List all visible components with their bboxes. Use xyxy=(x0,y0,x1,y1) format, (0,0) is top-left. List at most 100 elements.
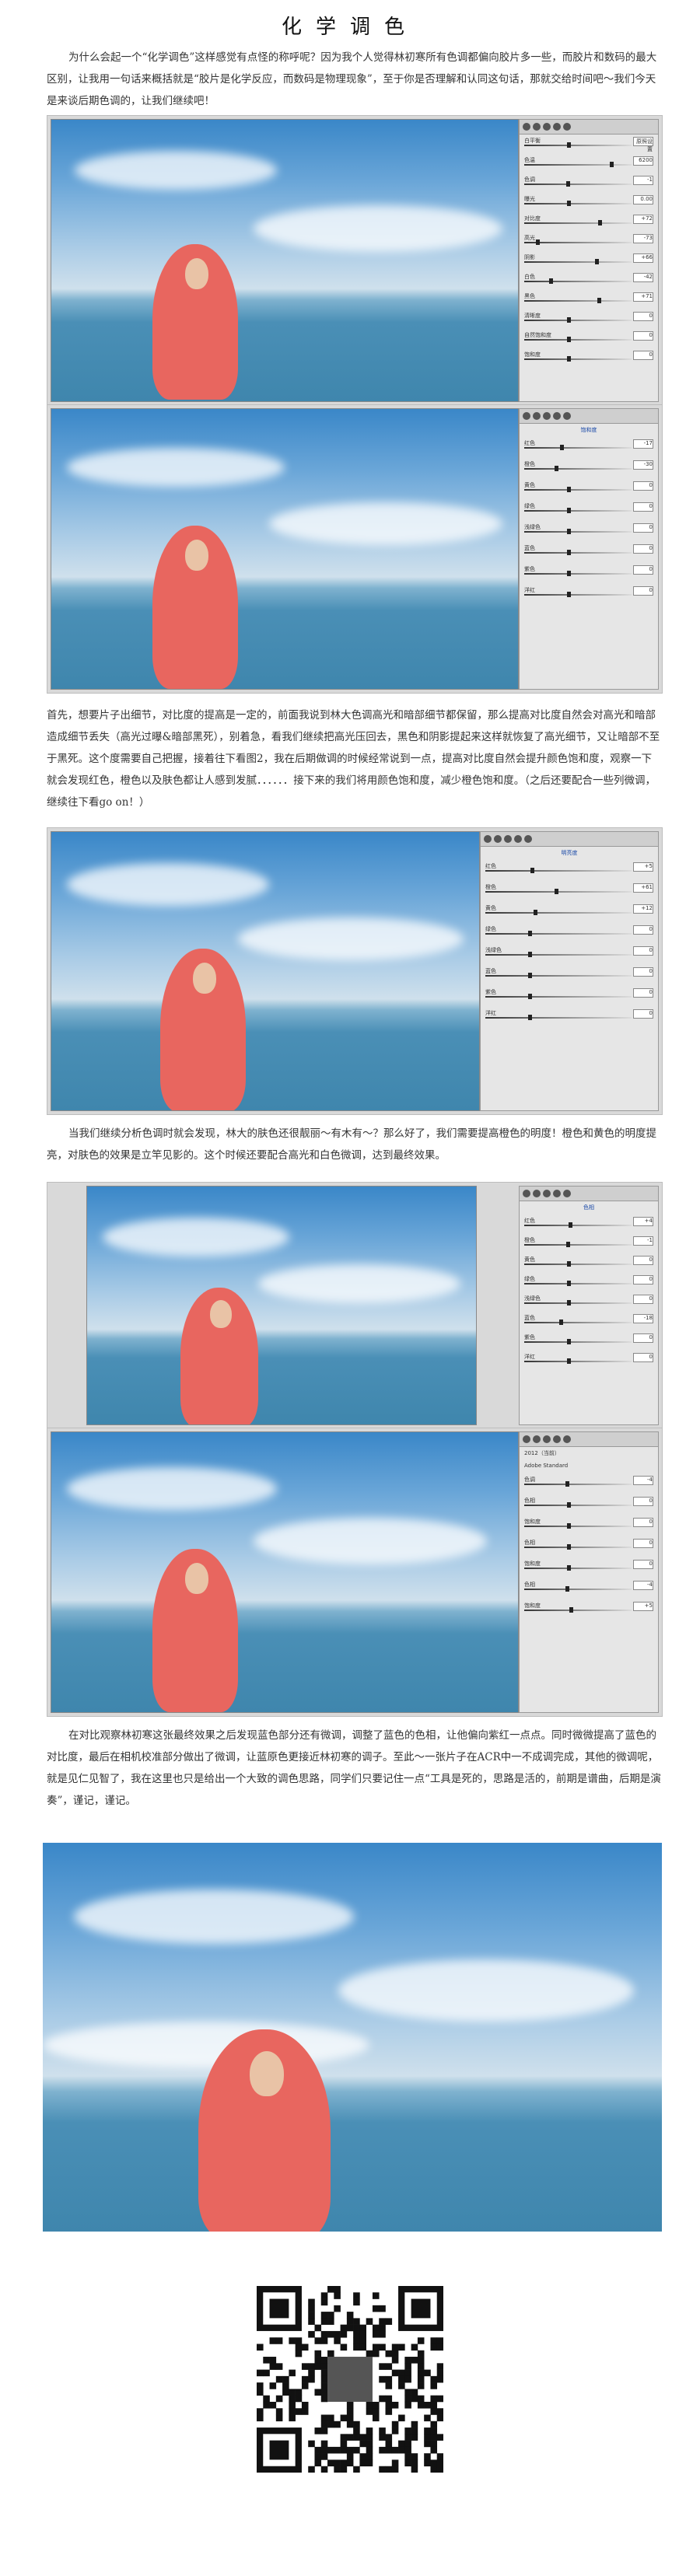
slider-row[interactable]: 白平衡 原照设置 xyxy=(524,137,653,154)
slider-knob[interactable] xyxy=(559,445,564,450)
slider-track[interactable] xyxy=(524,1610,632,1611)
slider-knob[interactable] xyxy=(528,1015,532,1020)
slider-track[interactable] xyxy=(524,222,632,224)
slider-track[interactable] xyxy=(485,975,632,977)
slider-track[interactable] xyxy=(524,552,632,554)
slider-value-field[interactable]: 0 xyxy=(633,544,653,554)
slider-track[interactable] xyxy=(524,594,632,596)
slider-value-field[interactable]: 原照设置 xyxy=(633,137,653,152)
slider-knob[interactable] xyxy=(567,1339,571,1344)
slider-value-field[interactable]: 0 xyxy=(633,351,653,360)
slider-track[interactable] xyxy=(524,489,632,491)
slider-row[interactable]: 洋红 0 xyxy=(524,586,653,605)
slider-row[interactable]: 紫色 0 xyxy=(485,988,653,1007)
slider-knob[interactable] xyxy=(567,1502,571,1508)
slider-value-field[interactable]: +12 xyxy=(633,904,653,914)
slider-row[interactable]: 浅绿色 0 xyxy=(524,523,653,542)
slider-value-field[interactable]: +5 xyxy=(633,862,653,872)
slider-value-field[interactable]: 0 xyxy=(633,1518,653,1527)
slider-track[interactable] xyxy=(524,1322,632,1323)
slider-track[interactable] xyxy=(524,184,632,185)
slider-knob[interactable] xyxy=(567,550,571,555)
slider-track[interactable] xyxy=(524,281,632,282)
slider-track[interactable] xyxy=(524,468,632,470)
slider-track[interactable] xyxy=(524,358,632,360)
slider-track[interactable] xyxy=(524,145,632,146)
slider-row[interactable]: 饱和度 0 xyxy=(524,351,653,368)
slider-knob[interactable] xyxy=(566,1242,571,1247)
slider-row[interactable]: 橙色 -30 xyxy=(524,460,653,479)
slider-knob[interactable] xyxy=(567,1544,571,1550)
slider-row[interactable]: 黄色 +12 xyxy=(485,904,653,923)
slider-knob[interactable] xyxy=(565,1586,569,1592)
slider-knob[interactable] xyxy=(610,162,614,167)
slider-row[interactable]: 自然饱和度 0 xyxy=(524,331,653,348)
slider-track[interactable] xyxy=(524,242,632,243)
slider-track[interactable] xyxy=(524,573,632,575)
hsl-tab-label[interactable]: 明亮度 xyxy=(485,849,653,860)
slider-knob[interactable] xyxy=(567,1523,571,1529)
slider-knob[interactable] xyxy=(528,952,532,957)
slider-value-field[interactable]: 0 xyxy=(633,502,653,512)
slider-knob[interactable] xyxy=(533,910,537,915)
slider-row[interactable]: 饱和度 0 xyxy=(524,1560,653,1578)
slider-value-field[interactable]: 0 xyxy=(633,586,653,596)
slider-knob[interactable] xyxy=(559,1319,564,1325)
slider-value-field[interactable]: 0 xyxy=(633,523,653,533)
slider-value-field[interactable]: 0 xyxy=(633,967,653,977)
slider-row[interactable]: 蓝色 0 xyxy=(485,967,653,986)
slider-row[interactable]: 色相 0 xyxy=(524,1539,653,1557)
profile-select[interactable]: Adobe Standard xyxy=(524,1463,653,1473)
slider-value-field[interactable]: +5 xyxy=(633,1602,653,1611)
slider-value-field[interactable]: 0 xyxy=(633,565,653,575)
slider-knob[interactable] xyxy=(597,298,602,303)
slider-knob[interactable] xyxy=(554,889,558,894)
slider-row[interactable]: 洋红 0 xyxy=(485,1009,653,1028)
slider-row[interactable]: 红色 +5 xyxy=(485,862,653,881)
slider-knob[interactable] xyxy=(567,337,571,342)
slider-knob[interactable] xyxy=(567,592,571,597)
slider-track[interactable] xyxy=(485,912,632,914)
slider-knob[interactable] xyxy=(595,259,600,264)
slider-track[interactable] xyxy=(485,870,632,872)
slider-row[interactable]: 蓝色 -18 xyxy=(524,1314,653,1331)
slider-track[interactable] xyxy=(485,954,632,956)
slider-row[interactable]: 绿色 0 xyxy=(524,1275,653,1292)
slider-track[interactable] xyxy=(524,1589,632,1590)
slider-knob[interactable] xyxy=(597,220,602,225)
slider-knob[interactable] xyxy=(566,181,571,187)
slider-track[interactable] xyxy=(524,1547,632,1548)
slider-value-field[interactable]: 0.00 xyxy=(633,195,653,204)
slider-row[interactable]: 红色 -17 xyxy=(524,439,653,458)
slider-knob[interactable] xyxy=(554,466,558,471)
slider-value-field[interactable]: +72 xyxy=(633,215,653,224)
slider-track[interactable] xyxy=(524,531,632,533)
slider-row[interactable]: 洋红 0 xyxy=(524,1353,653,1370)
slider-row[interactable]: 红色 +4 xyxy=(524,1217,653,1234)
slider-track[interactable] xyxy=(524,300,632,302)
slider-knob[interactable] xyxy=(528,973,532,978)
slider-track[interactable] xyxy=(524,1341,632,1343)
slider-row[interactable]: 对比度 +72 xyxy=(524,215,653,232)
slider-value-field[interactable]: +4 xyxy=(633,1217,653,1226)
slider-row[interactable]: 饱和度 0 xyxy=(524,1518,653,1536)
slider-value-field[interactable]: 0 xyxy=(633,1497,653,1506)
slider-knob[interactable] xyxy=(567,142,571,148)
slider-value-field[interactable]: +66 xyxy=(633,253,653,263)
slider-value-field[interactable]: 0 xyxy=(633,1295,653,1304)
slider-knob[interactable] xyxy=(567,571,571,576)
slider-track[interactable] xyxy=(524,339,632,341)
slider-value-field[interactable]: 6200 xyxy=(633,156,653,166)
slider-track[interactable] xyxy=(524,1361,632,1362)
slider-row[interactable]: 黄色 0 xyxy=(524,481,653,500)
slider-row[interactable]: 紫色 0 xyxy=(524,565,653,584)
slider-value-field[interactable]: 0 xyxy=(633,1256,653,1265)
slider-track[interactable] xyxy=(524,1264,632,1265)
slider-row[interactable]: 紫色 0 xyxy=(524,1333,653,1351)
slider-value-field[interactable]: -73 xyxy=(633,234,653,243)
slider-row[interactable]: 色调 -4 xyxy=(524,1476,653,1494)
slider-track[interactable] xyxy=(485,996,632,998)
slider-value-field[interactable]: 0 xyxy=(633,1353,653,1362)
slider-row[interactable]: 橙色 +61 xyxy=(485,883,653,902)
process-select[interactable]: 2012（当前） xyxy=(524,1449,653,1460)
